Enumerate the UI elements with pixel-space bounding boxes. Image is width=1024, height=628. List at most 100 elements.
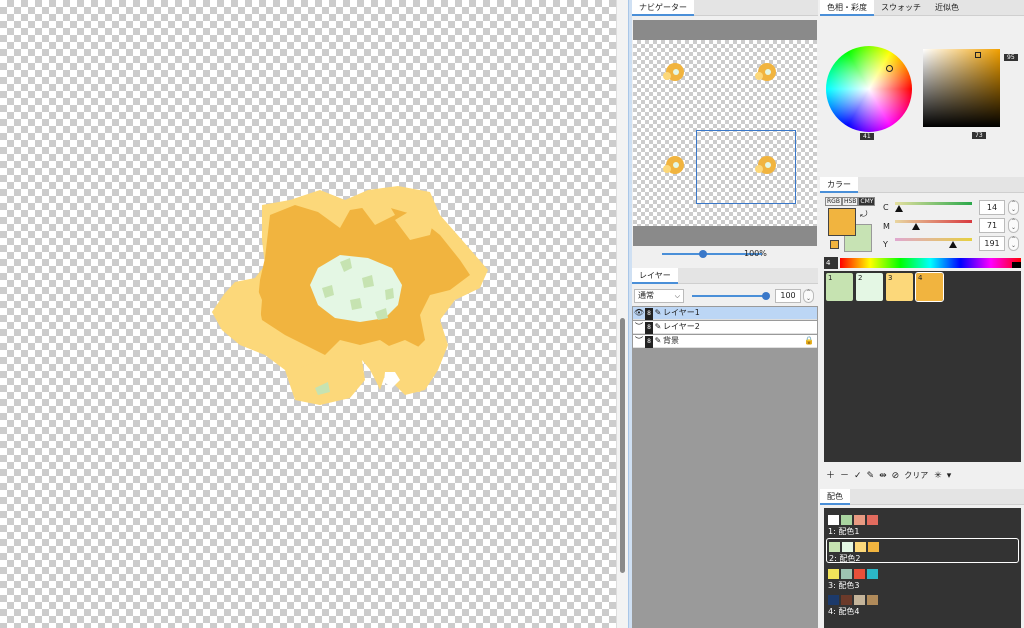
channel-c-input[interactable]: 14 [979,200,1005,215]
channel-m-spinner[interactable]: ⌃ ⌄ [1008,218,1019,233]
tab-hue-saturation[interactable]: 色相・彩度 [820,0,874,16]
scrollbar-thumb[interactable] [620,318,625,573]
layer-opacity-spinner[interactable]: ⌃ ⌄ [803,289,814,303]
eye-closed-icon[interactable]: ︶ [633,321,645,333]
pipette-icon[interactable]: ✎ [867,471,875,481]
menu-down-icon[interactable]: ▾ [947,471,952,481]
swap-horizontal-icon[interactable]: ⇹ [879,471,887,481]
add-icon[interactable]: ＋ [826,471,835,481]
canvas-scrollbar[interactable] [616,0,628,628]
swatch-tile[interactable]: 1 [826,273,853,301]
channel-y-slider[interactable] [895,238,972,241]
drawing-canvas[interactable] [0,0,616,628]
brightness-value-label: 73 [972,132,986,139]
haishoku-tabbar: 配色 [820,489,1024,505]
eye-icon[interactable]: 👁 [633,307,645,319]
palette-number: 4 [824,257,838,269]
blend-mode-select[interactable]: 通常 ⌵ [634,289,684,303]
color-wheel-panel: 色相・彩度 スウォッチ 近似色 41 95 73 [820,0,1024,172]
layer-lock-toggle-icon[interactable]: 8 [645,308,653,320]
saturation-value-label: 95 [1004,54,1018,61]
tab-navigator[interactable]: ナビゲーター [632,0,694,16]
pen-icon[interactable]: ✎ [653,307,663,319]
eye-closed-icon[interactable]: ︶ [633,335,645,347]
haishoku-list: 1: 配色1 2: 配色2 3: 配色3 4: 配色4 [824,508,1021,628]
layer-row-2[interactable]: ︶ 8 ✎ レイヤー2 [633,321,817,334]
spectrum-bar[interactable] [840,258,1021,268]
swatch-toolbar: ＋ － ✓ ✎ ⇹ ⊘ クリア ✳ ▾ [826,468,951,481]
hue-wheel[interactable] [826,46,912,132]
channel-m-input[interactable]: 71 [979,218,1005,233]
layer-tabbar: レイヤー [632,268,818,284]
color-tabbar: カラー [820,177,1024,193]
navigator-panel: ナビゲーター 100% [632,0,818,265]
channel-y-handle[interactable] [949,241,957,248]
prohibit-icon[interactable]: ⊘ [892,471,900,481]
pen-icon[interactable]: ✎ [653,321,663,333]
layer-name: 背景 [663,336,679,345]
navigator-viewport-rect[interactable] [696,130,796,204]
zoom-slider-handle[interactable] [699,250,707,258]
clear-button[interactable]: クリア [904,471,928,480]
tab-haishoku[interactable]: 配色 [820,489,850,505]
channel-m-label: M [883,222,890,231]
swatch-tile[interactable]: 4 [915,272,944,302]
navigator-canvas-thumb [633,40,817,226]
layer-lock-toggle-icon[interactable]: 8 [645,336,653,348]
color-scheme-row[interactable]: 4: 配色4 [826,592,1019,617]
channel-c-label: C [883,203,889,212]
swap-colors-icon[interactable]: ⤾ [860,210,868,220]
settings-icon[interactable]: ✳ [934,471,942,481]
swatch-tile[interactable]: 3 [886,273,913,301]
hue-picker-marker[interactable] [886,65,893,72]
layer-name: レイヤー2 [663,322,700,331]
layer-panel: レイヤー 通常 ⌵ 100 ⌃ ⌄ 👁 8 ✎ レイヤー1 ︶ 8 ✎ レイヤー2 ︶ 8 ✎ 背景… [632,265,818,628]
channel-c-slider[interactable] [895,202,972,205]
color-scheme-row[interactable]: 2: 配色2 [826,538,1019,563]
channel-c-handle[interactable] [895,205,903,212]
sb-picker-marker[interactable] [975,52,981,58]
tab-layer[interactable]: レイヤー [632,268,678,284]
chevron-down-icon: ⌵ [674,292,680,300]
color-mode-switch[interactable]: RGB HSB CMY [825,197,876,206]
navigator-preview[interactable] [633,20,817,246]
tab-swatch[interactable]: スウォッチ [874,0,928,16]
navigator-zoom-value: 100% [744,249,767,258]
tab-color[interactable]: カラー [820,177,858,193]
tab-similar-color[interactable]: 近似色 [928,0,966,16]
scheme-label: 2: 配色2 [829,554,861,563]
remove-icon[interactable]: － [840,471,849,481]
check-icon[interactable]: ✓ [854,471,862,481]
pen-icon[interactable]: ✎ [653,335,663,347]
saturation-brightness-square[interactable] [923,49,1000,127]
scheme-label: 1: 配色1 [828,527,860,536]
channel-m-handle[interactable] [912,223,920,230]
mode-rgb[interactable]: RGB [825,197,842,206]
channel-y-spinner[interactable]: ⌃ ⌄ [1008,236,1019,251]
swatch-tile[interactable]: 2 [856,273,883,301]
layer-lock-toggle-icon[interactable]: 8 [645,322,653,334]
layer-opacity-slider[interactable] [692,292,770,300]
channel-y-input[interactable]: 191 [979,236,1005,251]
mode-hsb[interactable]: HSB [841,197,859,206]
channel-c-spinner[interactable]: ⌃ ⌄ [1008,200,1019,215]
mode-cmy[interactable]: CMY [858,197,876,206]
layer-row-1[interactable]: 👁 8 ✎ レイヤー1 [633,307,817,320]
channel-y-label: Y [883,240,888,249]
scheme-label: 3: 配色3 [828,581,860,590]
foreground-color-swatch[interactable] [828,208,856,236]
color-scheme-row[interactable]: 3: 配色3 [826,566,1019,591]
color-panel: カラー RGB HSB CMY ⤾ C 14 ⌃ ⌄ M 71 ⌃ ⌄ Y 191 ⌃ ⌄… [820,172,1024,484]
navigator-tabbar: ナビゲーター [632,0,818,16]
color-scheme-row[interactable]: 1: 配色1 [826,512,1019,537]
spectrum-black-white[interactable] [1012,262,1021,268]
layer-name: レイヤー1 [663,308,700,317]
layer-opacity-input[interactable]: 100 [775,289,801,303]
color-wheel-tabbar: 色相・彩度 スウォッチ 近似色 [820,0,1024,16]
opacity-slider-handle[interactable] [762,292,770,300]
hue-value-label: 41 [860,133,874,140]
layer-row-3[interactable]: ︶ 8 ✎ 背景 🔒 [633,335,817,348]
scheme-label: 4: 配色4 [828,607,860,616]
transparent-color-swatch[interactable] [830,240,839,249]
channel-m-slider[interactable] [895,220,972,223]
